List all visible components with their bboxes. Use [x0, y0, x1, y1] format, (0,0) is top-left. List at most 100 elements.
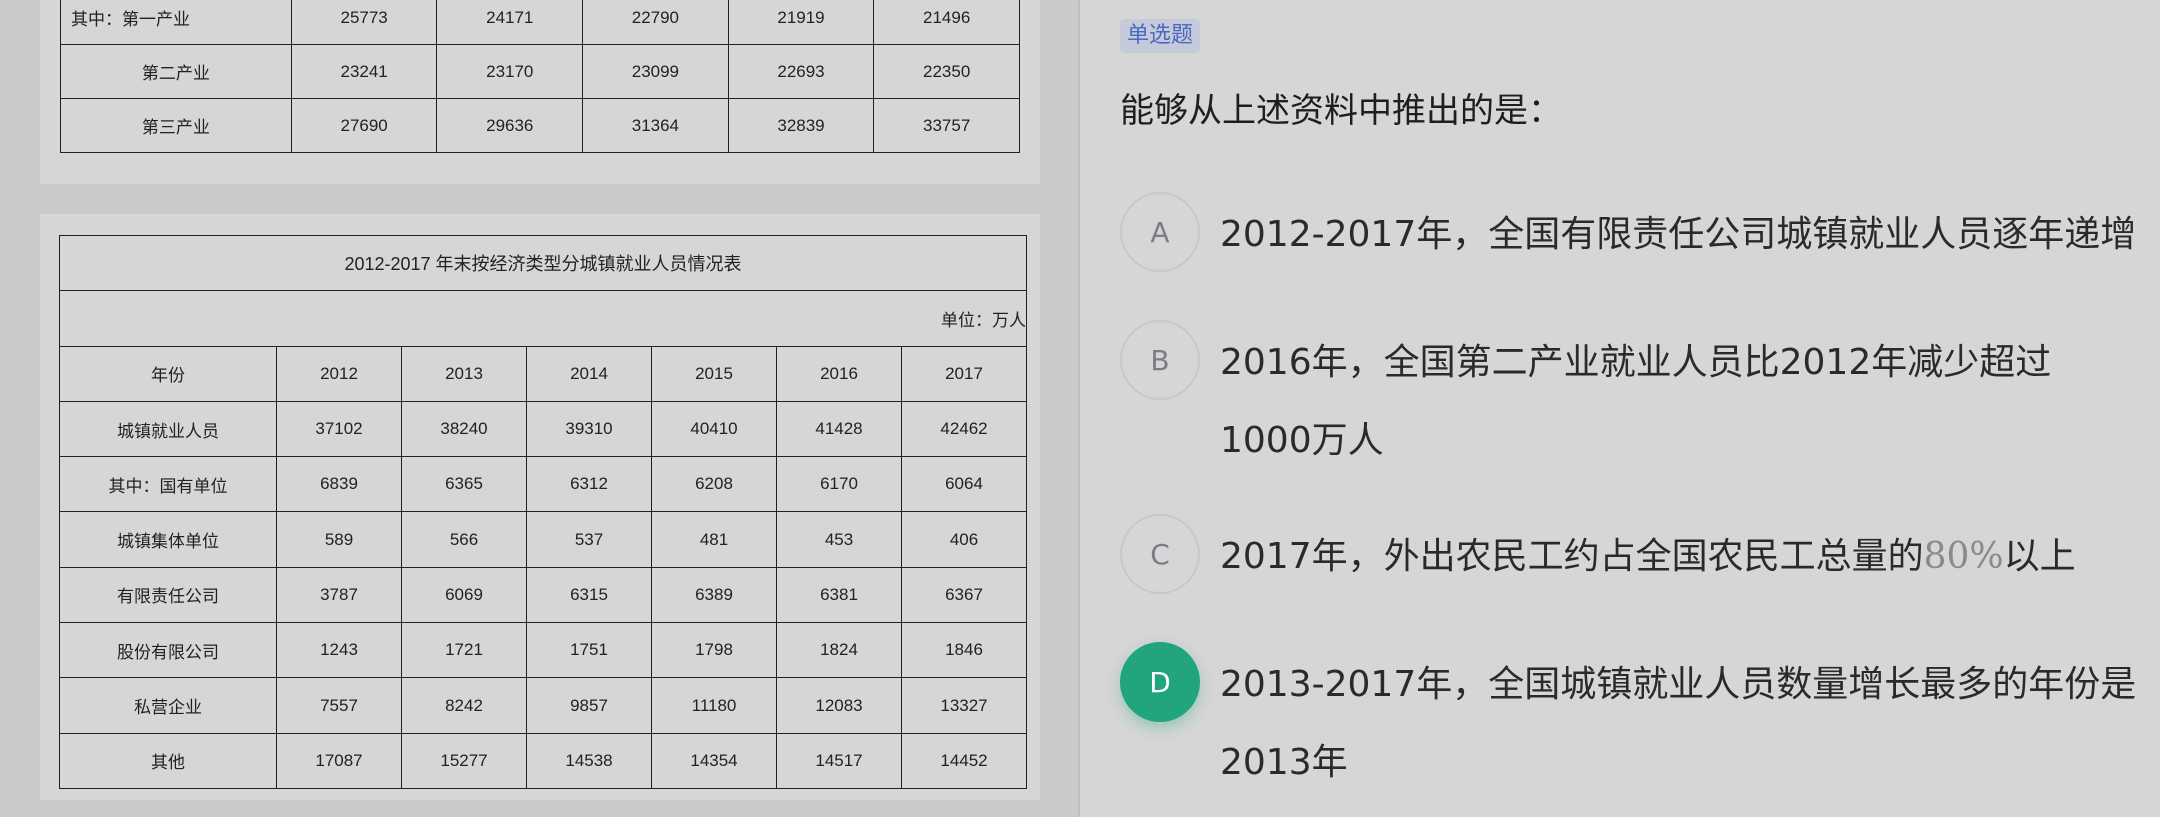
table-cell: 22693 — [727, 44, 875, 99]
table-cell: 6208 — [651, 456, 777, 513]
table-title: 2012-2017 年末按经济类型分城镇就业人员情况表 — [59, 234, 1027, 292]
table-unit-row: 单位：万人 — [59, 290, 1027, 347]
table-cell: 22790 — [582, 0, 729, 45]
table-cell: 42462 — [901, 400, 1027, 458]
row-label: 其中：第一产业 — [60, 0, 292, 45]
table-cell: 1824 — [776, 622, 902, 679]
table-cell: 38240 — [401, 400, 527, 458]
table-cell: 7557 — [276, 677, 402, 734]
row-label: 第三产业 — [60, 98, 292, 153]
table-cell: 27690 — [290, 98, 438, 153]
table-cell: 13327 — [901, 677, 1027, 734]
row-label: 其他 — [59, 732, 277, 789]
header-year: 2013 — [401, 345, 527, 402]
row-label: 有限责任公司 — [59, 566, 277, 624]
table-cell: 6069 — [401, 566, 527, 624]
table-cell: 14517 — [776, 732, 902, 789]
table-cell: 453 — [776, 511, 902, 568]
table-cell: 23170 — [436, 44, 584, 99]
table-row: 其中：国有单位 6839 6365 6312 6208 6170 6064 — [59, 456, 1027, 513]
option-d-circle-selected[interactable]: D — [1120, 642, 1200, 722]
table-row: 第二产业 23241 23170 23099 22693 22350 — [60, 44, 1020, 99]
question-stem: 能够从上述资料中推出的是： — [1120, 91, 1562, 131]
table-row: 有限责任公司 3787 6069 6315 6389 6381 6367 — [59, 566, 1027, 624]
table-cell: 6312 — [526, 456, 652, 513]
table-title-row: 2012-2017 年末按经济类型分城镇就业人员情况表 — [59, 234, 1027, 292]
row-label: 私营企业 — [59, 677, 277, 734]
table-cell: 6365 — [401, 456, 527, 513]
table-row: 股份有限公司 1243 1721 1751 1798 1824 1846 — [59, 622, 1027, 679]
table-cell: 6315 — [526, 566, 652, 624]
table-cell: 1798 — [651, 622, 777, 679]
row-label: 城镇集体单位 — [59, 511, 277, 568]
table-cell: 14538 — [526, 732, 652, 789]
option-c-text-before: 2017年，外出农民工约占全国农民工总量的 — [1220, 536, 1924, 577]
table-cell: 12083 — [776, 677, 902, 734]
header-year: 2014 — [526, 345, 652, 402]
row-label: 城镇就业人员 — [59, 400, 277, 458]
table-cell: 40410 — [651, 400, 777, 458]
option-c-circle[interactable]: C — [1120, 514, 1200, 594]
table-cell: 6839 — [276, 456, 402, 513]
header-year: 2017 — [901, 345, 1027, 402]
table-cell: 8242 — [401, 677, 527, 734]
header-label: 年份 — [59, 345, 277, 402]
row-label: 第二产业 — [60, 44, 292, 99]
table-cell: 15277 — [401, 732, 527, 789]
ownership-employment-table: 2012-2017 年末按经济类型分城镇就业人员情况表 单位：万人 年份 201… — [59, 234, 1027, 789]
table-cell: 39310 — [526, 400, 652, 458]
data-material-panel: 其中：第一产业 25773 24171 22790 21919 21496 第二… — [0, 0, 1078, 817]
table-cell: 25773 — [290, 0, 438, 45]
table-cell: 589 — [276, 511, 402, 568]
table-cell: 566 — [401, 511, 527, 568]
table-cell: 31364 — [582, 98, 729, 153]
table-row: 其他 17087 15277 14538 14354 14517 14452 — [59, 732, 1027, 789]
question-type-badge: 单选题 — [1120, 19, 1201, 53]
table-cell: 32839 — [727, 98, 875, 153]
table-cell: 1751 — [526, 622, 652, 679]
table-cell: 23241 — [290, 44, 438, 99]
table-cell: 22350 — [873, 44, 1020, 99]
table-cell: 1243 — [276, 622, 402, 679]
row-label: 其中：国有单位 — [59, 456, 277, 513]
table-cell: 481 — [651, 511, 777, 568]
option-c-percent: 80% — [1923, 536, 2004, 577]
table-cell: 537 — [526, 511, 652, 568]
option-a-text[interactable]: 2012-2017年，全国有限责任公司城镇就业人员逐年递增 — [1220, 196, 2140, 274]
option-d-text[interactable]: 2013-2017年，全国城镇就业人员数量增长最多的年份是2013年 — [1220, 646, 2140, 802]
table-cell: 29636 — [436, 98, 584, 153]
table-cell: 6064 — [901, 456, 1027, 513]
header-year: 2016 — [776, 345, 902, 402]
table-cell: 6389 — [651, 566, 777, 624]
table-cell: 21919 — [727, 0, 875, 45]
header-year: 2012 — [276, 345, 402, 402]
table-cell: 6170 — [776, 456, 902, 513]
table-cell: 406 — [901, 511, 1027, 568]
table-cell: 24171 — [436, 0, 584, 45]
table-cell: 21496 — [873, 0, 1020, 45]
table-cell: 1846 — [901, 622, 1027, 679]
table-row: 城镇集体单位 589 566 537 481 453 406 — [59, 511, 1027, 568]
header-year: 2015 — [651, 345, 777, 402]
question-panel: 单选题 能够从上述资料中推出的是： A 2012-2017年，全国有限责任公司城… — [1080, 0, 2160, 817]
option-c-text-after: 以上 — [2003, 536, 2076, 577]
option-b-text[interactable]: 2016年，全国第二产业就业人员比2012年减少超过1000万人 — [1220, 324, 2140, 480]
table-unit: 单位：万人 — [59, 290, 1027, 347]
option-a-circle[interactable]: A — [1120, 192, 1200, 272]
option-b-circle[interactable]: B — [1120, 320, 1200, 400]
table-row: 城镇就业人员 37102 38240 39310 40410 41428 424… — [59, 400, 1027, 458]
table-cell: 6381 — [776, 566, 902, 624]
table-card-industry: 其中：第一产业 25773 24171 22790 21919 21496 第二… — [40, 0, 1040, 184]
table-header-row: 年份 2012 2013 2014 2015 2016 2017 — [59, 345, 1027, 402]
option-c-text[interactable]: 2017年，外出农民工约占全国农民工总量的80%以上 — [1220, 518, 2140, 596]
table-cell: 1721 — [401, 622, 527, 679]
table-cell: 14354 — [651, 732, 777, 789]
table-cell: 37102 — [276, 400, 402, 458]
table-row: 私营企业 7557 8242 9857 11180 12083 13327 — [59, 677, 1027, 734]
industry-employment-table: 其中：第一产业 25773 24171 22790 21919 21496 第二… — [60, 0, 1020, 153]
table-cell: 23099 — [582, 44, 729, 99]
table-card-ownership: 2012-2017 年末按经济类型分城镇就业人员情况表 单位：万人 年份 201… — [40, 214, 1040, 800]
table-cell: 17087 — [276, 732, 402, 789]
table-cell: 41428 — [776, 400, 902, 458]
row-label: 股份有限公司 — [59, 622, 277, 679]
